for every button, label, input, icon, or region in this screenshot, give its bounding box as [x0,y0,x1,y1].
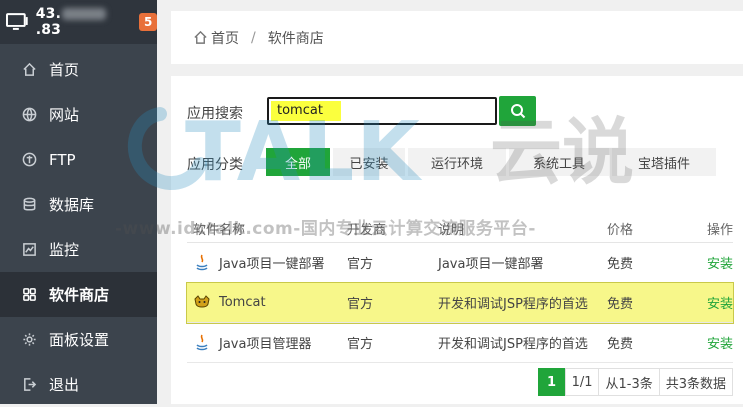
server-ip-prefix: 43. [35,6,62,22]
tab-installed[interactable]: 已安装 [333,148,405,176]
app-name: Tomcat [219,295,266,310]
server-ip-suffix: .83 [35,22,62,38]
apps-grid-icon [21,287,37,303]
app-developer: 官方 [347,297,374,312]
page-current[interactable]: 1 [537,368,566,396]
app-name-cell: Tomcat [187,294,347,312]
tomcat-icon [193,294,211,312]
table-row: Java项目管理器 官方 开发和调试JSP程序的首选 免费 安装 [187,323,733,363]
search-label: 应用搜索 [187,106,243,122]
sidebar-item-label: 首页 [49,61,80,79]
home-icon [194,30,207,44]
category-label: 应用分类 [187,157,243,173]
tab-runtime[interactable]: 运行环境 [408,148,506,176]
app-name-cell: Java项目管理器 [187,333,347,352]
sidebar-item-label: 监控 [49,241,80,259]
sidebar-item-label: 网站 [49,106,80,124]
page-range: 从1-3条 [598,368,660,396]
sidebar-item-ftp[interactable]: FTP [0,137,157,182]
search-button[interactable] [499,96,536,126]
database-icon [21,197,37,213]
notification-badge[interactable]: 5 [139,13,157,31]
sidebar-item-home[interactable]: 首页 [0,47,157,92]
monitor-icon [6,13,28,30]
ip-redaction [62,8,107,20]
gear-icon [21,332,37,348]
install-button[interactable]: 安装 [693,293,733,312]
sidebar-item-label: 数据库 [49,196,95,214]
header-description: 说明 [438,222,465,238]
app-price: 免费 [607,337,634,352]
server-header[interactable]: 43..83 5 [0,0,157,44]
ftp-icon [21,152,37,168]
category-tabs: 全部 已安装 运行环境 系统工具 宝塔插件 [266,148,716,176]
tab-bt-plugins[interactable]: 宝塔插件 [612,148,716,176]
globe-icon [21,107,37,123]
sidebar-item-label: 软件商店 [49,286,110,304]
server-ip: 43..83 [36,6,132,38]
install-button[interactable]: 安装 [693,253,733,272]
logout-icon [21,377,37,393]
app-developer: 官方 [347,257,374,272]
search-input[interactable]: tomcat [267,97,497,125]
sidebar-item-website[interactable]: 网站 [0,92,157,137]
header-action: 操作 [706,222,733,238]
monitor-chart-icon [21,242,37,258]
tab-system-tools[interactable]: 系统工具 [509,148,609,176]
table-row: Java项目一键部署 官方 Java项目一键部署 免费 安装 [187,243,733,283]
java-icon [193,334,211,352]
app-price: 免费 [607,297,634,312]
breadcrumb-separator: / [251,29,256,46]
sidebar-menu: 首页 网站 FTP 数据库 监控 软件商店 面板设置 退出 [0,47,157,407]
header-name: 软件名称 [193,222,246,238]
tab-all[interactable]: 全部 [266,148,330,176]
app-name-cell: Java项目一键部署 [187,253,347,272]
sidebar-item-label: 退出 [49,376,80,394]
app-description: 开发和调试JSP程序的首选 [438,337,588,352]
sidebar-item-database[interactable]: 数据库 [0,182,157,227]
sidebar-item-software-store[interactable]: 软件商店 [0,272,157,317]
table-header: 软件名称 开发商 说明 价格 操作 [187,214,733,243]
sidebar-item-logout[interactable]: 退出 [0,362,157,407]
app-name: Java项目管理器 [219,337,312,352]
app-description: 开发和调试JSP程序的首选 [438,297,588,312]
search-icon [510,104,525,119]
app-developer: 官方 [347,337,374,352]
page-total: 共3条数据 [658,368,733,396]
sidebar-item-label: FTP [49,150,76,169]
breadcrumb-home-link[interactable]: 首页 [211,28,239,48]
app-name: Java项目一键部署 [219,257,325,272]
header-price: 价格 [607,222,634,238]
home-icon [21,62,37,78]
table-row: Tomcat 官方 开发和调试JSP程序的首选 免费 安装 [186,282,734,324]
app-price: 免费 [607,257,634,272]
sidebar-item-label: 面板设置 [49,331,110,349]
breadcrumb: 首页 / 软件商店 [171,11,743,64]
search-input-value: tomcat [277,103,323,118]
sidebar: 43..83 5 首页 网站 FTP 数据库 监控 软件商店 面板设置 退出 [0,0,157,404]
java-icon [193,254,211,272]
install-button[interactable]: 安装 [693,333,733,352]
app-description: Java项目一键部署 [438,257,544,272]
pagination: 1 1/1 从1-3条 共3条数据 [537,368,733,396]
sidebar-item-panel-settings[interactable]: 面板设置 [0,317,157,362]
software-store-panel: 应用搜索 tomcat 应用分类 全部 已安装 运行环境 系统工具 宝塔插件 软… [171,76,743,404]
page-count: 1/1 [564,368,600,396]
software-table: 软件名称 开发商 说明 价格 操作 Java项目一键部署 官方 Java项目一键… [186,214,734,363]
breadcrumb-current: 软件商店 [267,30,324,47]
header-developer: 开发商 [347,222,387,238]
sidebar-item-monitor[interactable]: 监控 [0,227,157,272]
